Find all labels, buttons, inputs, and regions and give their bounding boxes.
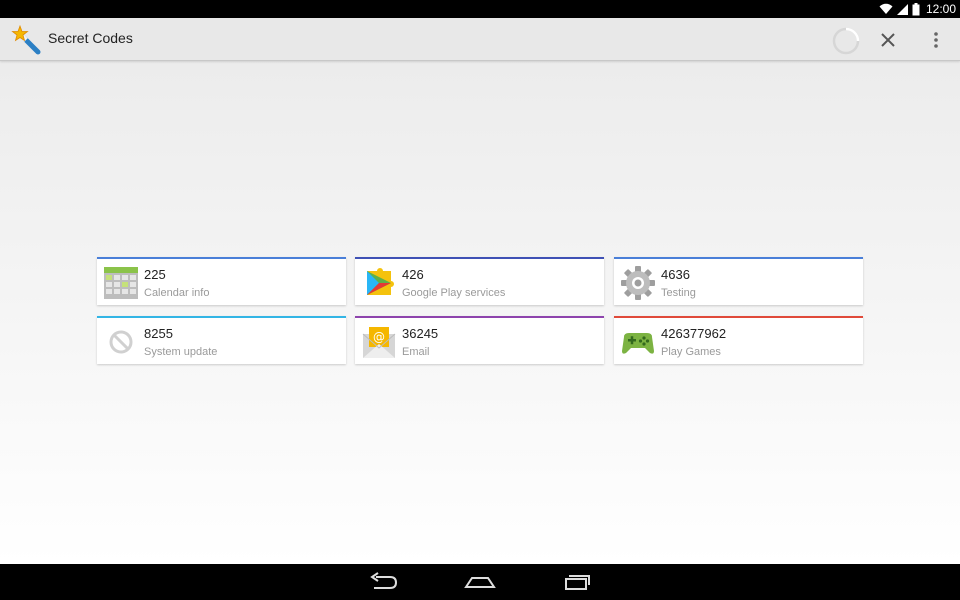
code-label: Calendar info: [144, 287, 210, 299]
code-label: Testing: [661, 287, 696, 299]
calendar-icon: [104, 267, 138, 299]
magic-wand-icon[interactable]: [11, 25, 41, 55]
code-number: 426: [402, 267, 424, 282]
close-icon[interactable]: [876, 28, 900, 52]
home-icon[interactable]: [462, 570, 498, 594]
progress-spinner-icon: [832, 27, 860, 55]
code-label: Google Play services: [402, 287, 506, 299]
code-card-play-games[interactable]: 426377962 Play Games: [614, 316, 863, 364]
wifi-icon: [879, 3, 893, 14]
code-number: 36245: [402, 326, 439, 341]
code-card-calendar[interactable]: 225 Calendar info: [97, 257, 346, 305]
app-title: Secret Codes: [48, 30, 133, 46]
code-card-email[interactable]: @ 36245 Email: [355, 316, 604, 364]
gamepad-icon: [622, 333, 654, 354]
battery-icon: [912, 2, 920, 15]
status-icons: 12:00: [879, 0, 956, 18]
play-services-icon: [367, 268, 394, 295]
status-bar: 12:00: [0, 0, 960, 18]
code-label: Play Games: [661, 346, 721, 358]
email-icon: @: [362, 327, 396, 358]
action-bar: Secret Codes: [0, 18, 960, 61]
codes-grid: 225 Calendar info 426 Google Play servic…: [0, 60, 960, 564]
code-card-play-services[interactable]: 426 Google Play services: [355, 257, 604, 305]
svg-text:@: @: [373, 330, 385, 344]
code-card-system-update[interactable]: 8255 System update: [97, 316, 346, 364]
overflow-menu-icon[interactable]: [926, 28, 946, 52]
code-number: 225: [144, 267, 166, 282]
code-card-testing[interactable]: 4636 Testing: [614, 257, 863, 305]
recents-icon[interactable]: [558, 570, 594, 594]
code-label: System update: [144, 346, 218, 358]
code-number: 426377962: [661, 326, 727, 341]
back-icon[interactable]: [366, 570, 402, 594]
blocked-icon: [109, 330, 133, 354]
navigation-bar: [0, 564, 960, 600]
status-time: 12:00: [925, 2, 956, 16]
code-label: Email: [402, 346, 430, 358]
signal-icon: [896, 3, 908, 15]
gear-icon: [621, 266, 655, 300]
code-number: 8255: [144, 326, 173, 341]
code-number: 4636: [661, 267, 690, 282]
